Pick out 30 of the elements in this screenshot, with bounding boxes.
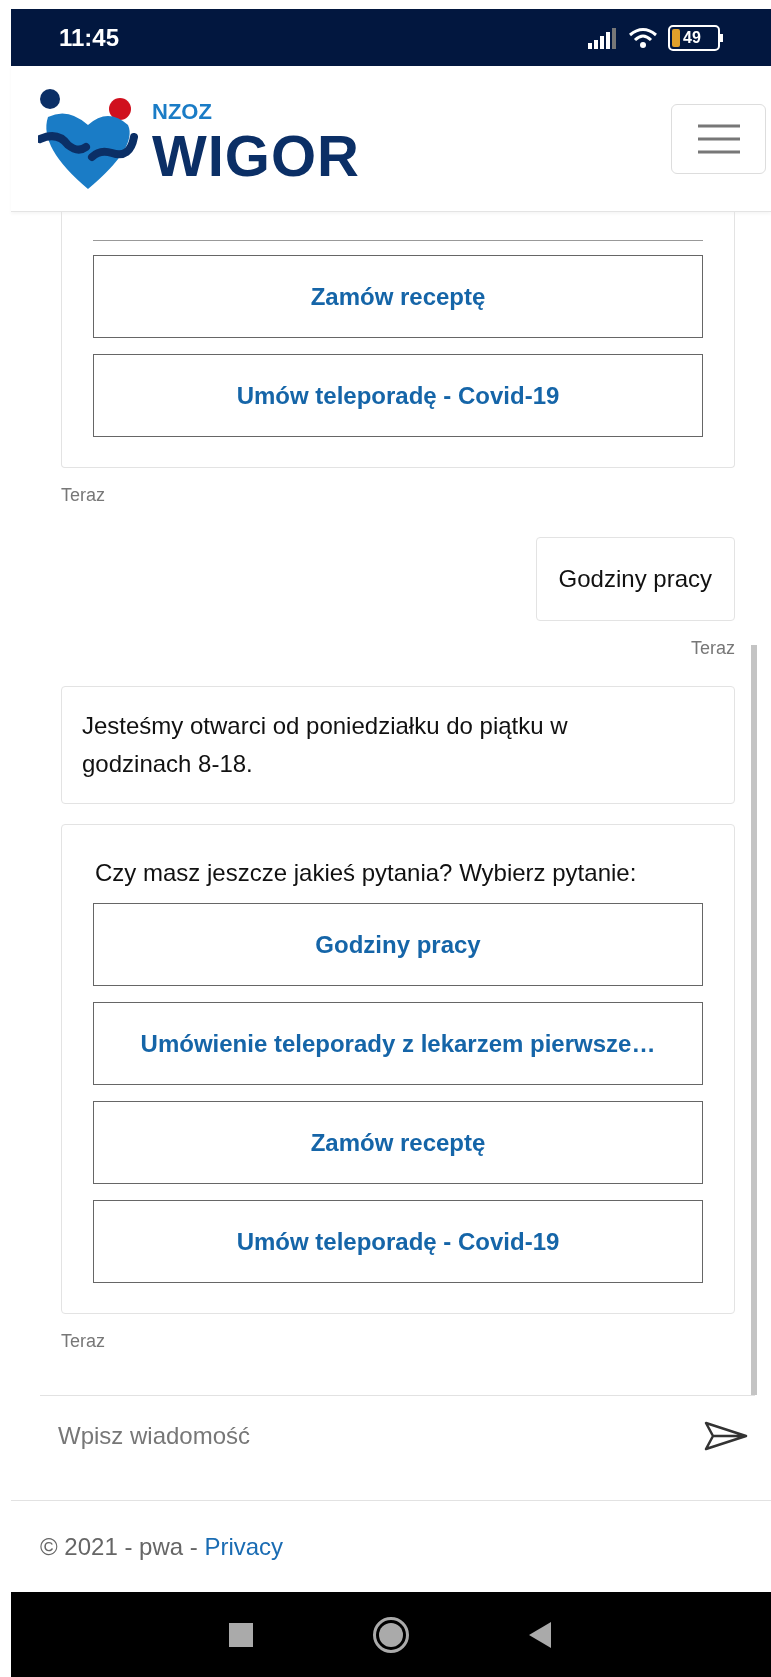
logo-subtitle: NZOZ <box>152 100 213 123</box>
option-button[interactable]: Zamów receptę <box>93 255 703 338</box>
back-icon[interactable] <box>529 1621 553 1648</box>
battery-fill <box>672 28 680 47</box>
logo-title: WIGOR <box>152 126 360 185</box>
scrollbar[interactable] <box>751 645 757 1395</box>
clock-time: 11:45 <box>59 22 120 53</box>
message-text: Czy masz jeszcze jakieś pytania? Wybierz pytanie: <box>94 858 638 888</box>
battery-level: 49 <box>683 29 701 46</box>
menu-button[interactable] <box>671 103 766 174</box>
wifi-icon <box>628 25 658 50</box>
timestamp: Teraz <box>691 637 735 660</box>
message-input[interactable]: Wpisz wiadomość <box>40 1396 701 1475</box>
option-button[interactable]: Godziny pracy <box>93 903 703 986</box>
privacy-link[interactable]: Privacy <box>204 1532 284 1560</box>
home-icon[interactable] <box>373 1616 409 1653</box>
option-button[interactable]: Umów teleporadę - Covid-19 <box>93 354 703 437</box>
option-button[interactable]: Umówienie teleporady z lekarzem pierwsze… <box>93 1002 703 1085</box>
menu-icon <box>697 122 740 155</box>
heart-logo-icon <box>38 86 138 191</box>
footer-text: © 2021 - pwa - Privacy <box>40 1531 284 1562</box>
send-icon <box>704 1420 748 1451</box>
option-button[interactable]: Umów teleporadę - Covid-19 <box>93 1200 703 1283</box>
recents-icon[interactable] <box>229 1622 253 1647</box>
timestamp: Teraz <box>61 484 105 507</box>
user-message: Godziny pracy <box>535 537 735 621</box>
option-button[interactable]: Zamów receptę <box>93 1101 703 1184</box>
signal-icon <box>588 26 618 49</box>
bot-message: Jesteśmy otwarci od poniedziałku do piątku w godzinach 8-18. <box>61 686 735 804</box>
timestamp: Teraz <box>61 1330 105 1353</box>
